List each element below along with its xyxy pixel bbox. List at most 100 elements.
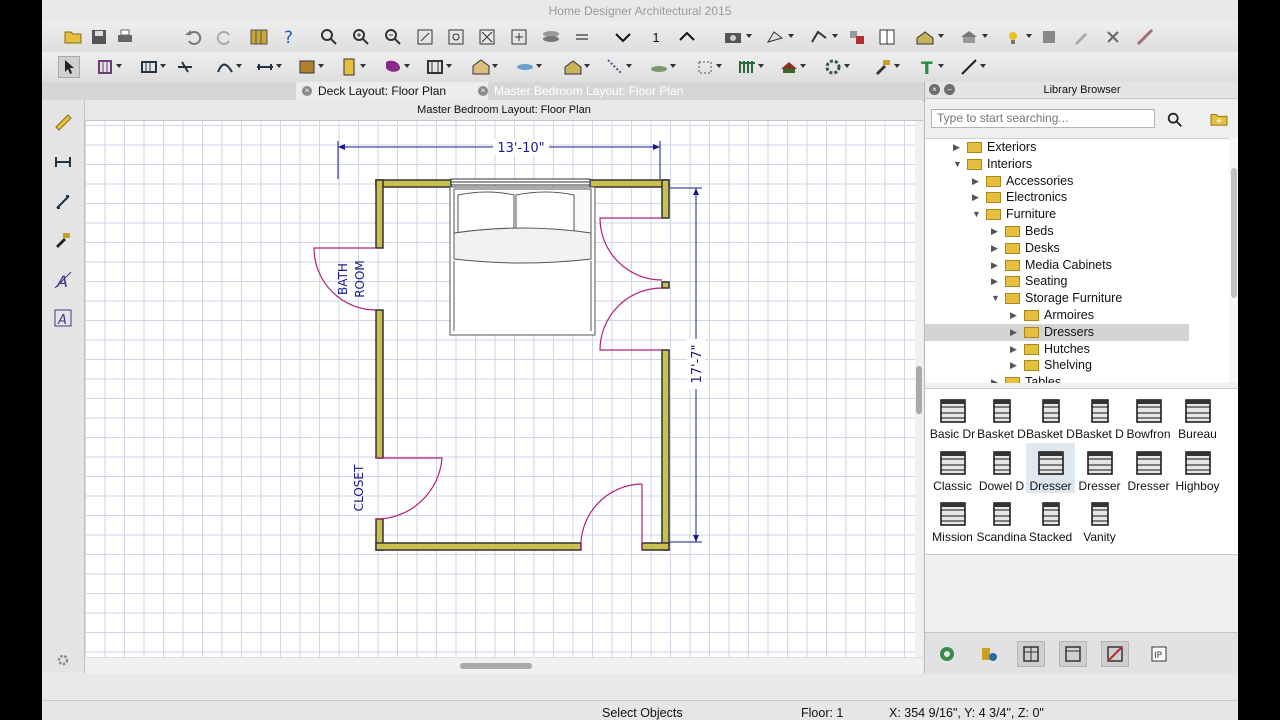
width-dimension[interactable]: 13'-10" bbox=[337, 139, 661, 179]
expand-arrow-icon[interactable]: ▶ bbox=[1010, 324, 1017, 341]
tree-item[interactable]: ▶ Electronics bbox=[925, 189, 1189, 206]
cabinet-icon[interactable] bbox=[254, 56, 276, 78]
library-tree[interactable]: ▶ Exteriors ▼ Interiors ▶ Accessories ▶ Electro… bbox=[925, 138, 1229, 383]
door-bottom[interactable] bbox=[580, 483, 643, 551]
reference-icon[interactable] bbox=[572, 26, 594, 48]
door-dropdown-caret[interactable] bbox=[318, 64, 324, 68]
tab-deck-layout[interactable]: × Deck Layout: Floor Plan bbox=[296, 82, 488, 100]
library-item[interactable]: Basic Dr bbox=[928, 391, 977, 441]
zoom-out-icon[interactable] bbox=[382, 26, 404, 48]
expand-icon[interactable] bbox=[476, 26, 498, 48]
gear-dropdown-caret[interactable] bbox=[844, 64, 850, 68]
info-icon[interactable]: IP bbox=[1145, 641, 1173, 667]
tape-measure-icon[interactable] bbox=[51, 110, 75, 134]
expand-arrow-icon[interactable]: ▶ bbox=[972, 189, 979, 206]
tree-item[interactable]: ▶ Hutches bbox=[925, 341, 1189, 358]
pen-icon[interactable] bbox=[1070, 26, 1092, 48]
add-icon[interactable] bbox=[508, 26, 530, 48]
house-icon[interactable] bbox=[424, 56, 446, 78]
expand-arrow-icon[interactable]: ▶ bbox=[1010, 341, 1017, 358]
tree-scroll-thumb[interactable] bbox=[1231, 168, 1237, 298]
beam-icon[interactable] bbox=[470, 56, 492, 78]
tree-item[interactable]: ▼ Storage Furniture bbox=[925, 290, 1189, 307]
bed[interactable] bbox=[449, 186, 596, 336]
fill-window-icon[interactable] bbox=[414, 26, 436, 48]
path-icon[interactable] bbox=[604, 56, 626, 78]
dimension-tool-icon[interactable] bbox=[214, 56, 236, 78]
settings-gear-icon[interactable] bbox=[51, 648, 75, 672]
light-icon[interactable] bbox=[1002, 26, 1024, 48]
tree-item[interactable]: ▶ Exteriors bbox=[925, 139, 1189, 156]
fence-icon[interactable] bbox=[648, 56, 670, 78]
angle-icon[interactable] bbox=[51, 190, 75, 214]
expand-arrow-icon[interactable]: ▶ bbox=[991, 240, 998, 257]
new-folder-icon[interactable] bbox=[1210, 111, 1228, 127]
library-item[interactable]: Stacked bbox=[1026, 494, 1075, 544]
roof-icon[interactable] bbox=[778, 56, 800, 78]
globe-icon[interactable] bbox=[933, 641, 961, 667]
wall-icon[interactable] bbox=[94, 56, 116, 78]
library-item[interactable]: Basket D bbox=[1075, 391, 1124, 441]
no-preview-icon[interactable] bbox=[1101, 641, 1129, 667]
collapse-arrow-icon[interactable]: ▼ bbox=[972, 206, 981, 223]
library-item[interactable]: Dresser bbox=[1124, 443, 1173, 493]
dimension-icon[interactable] bbox=[51, 150, 75, 174]
library-close-icon[interactable]: × bbox=[929, 84, 940, 95]
window-tool-icon[interactable] bbox=[876, 26, 898, 48]
line-dropdown-caret[interactable] bbox=[980, 64, 986, 68]
light-dropdown-caret[interactable] bbox=[1026, 34, 1032, 38]
plan-view-icon[interactable] bbox=[1017, 641, 1045, 667]
roof-dropdown-caret[interactable] bbox=[800, 64, 806, 68]
window-icon[interactable] bbox=[382, 56, 404, 78]
collapse-arrow-icon[interactable]: ▼ bbox=[953, 156, 962, 173]
library-item[interactable]: Bureau bbox=[1173, 391, 1222, 441]
tab-master-bedroom[interactable]: × Master Bedroom Layout: Floor Plan bbox=[472, 82, 724, 100]
expand-arrow-icon[interactable]: ▶ bbox=[991, 223, 998, 240]
ruler-icon[interactable] bbox=[1134, 26, 1156, 48]
tree-scrollbar[interactable] bbox=[1229, 138, 1238, 382]
horizontal-scroll-thumb[interactable] bbox=[460, 663, 532, 669]
tree-item[interactable]: ▶ Seating bbox=[925, 273, 1189, 290]
library-item[interactable]: Scandina bbox=[976, 494, 1027, 544]
break-wall-icon[interactable] bbox=[174, 56, 196, 78]
room-icon[interactable] bbox=[514, 56, 536, 78]
layers-icon[interactable] bbox=[540, 26, 562, 48]
text-dropdown-caret[interactable] bbox=[938, 64, 944, 68]
vertical-scroll-thumb[interactable] bbox=[916, 366, 922, 414]
door-right-top[interactable] bbox=[599, 217, 663, 281]
stairs-icon[interactable] bbox=[338, 56, 360, 78]
zoom-extents-icon[interactable] bbox=[445, 26, 467, 48]
tree-item[interactable]: ▶ Beds bbox=[925, 223, 1189, 240]
search-icon[interactable] bbox=[1166, 111, 1184, 129]
house-dropdown-caret[interactable] bbox=[982, 34, 988, 38]
box-icon[interactable] bbox=[694, 56, 716, 78]
help-icon[interactable]: ? bbox=[278, 26, 300, 48]
tree-item[interactable]: ▶ Armoires bbox=[925, 307, 1189, 324]
path-dropdown-caret[interactable] bbox=[626, 64, 632, 68]
door-icon[interactable] bbox=[296, 56, 318, 78]
tab-close-icon[interactable]: × bbox=[478, 86, 488, 96]
library-item[interactable]: Classic bbox=[928, 443, 977, 493]
library-search-input[interactable] bbox=[931, 109, 1155, 128]
open-icon[interactable] bbox=[62, 26, 84, 48]
house-view-icon[interactable] bbox=[958, 26, 980, 48]
window-top[interactable] bbox=[450, 178, 591, 186]
select-icon[interactable] bbox=[58, 56, 80, 78]
height-dimension[interactable]: 17'-7" bbox=[670, 187, 705, 543]
library-minimize-icon[interactable]: – bbox=[944, 84, 955, 95]
library-object-icon[interactable] bbox=[975, 641, 1003, 667]
camera-icon[interactable] bbox=[722, 26, 744, 48]
view-dropdown-caret[interactable] bbox=[788, 34, 794, 38]
terrain-dropdown-caret[interactable] bbox=[584, 64, 590, 68]
railing-dropdown-caret[interactable] bbox=[160, 64, 166, 68]
library-item[interactable]: Bowfron bbox=[1124, 391, 1173, 441]
beam-dropdown-caret[interactable] bbox=[492, 64, 498, 68]
floor-plan-canvas[interactable]: 13'-10" 17'-7" BATH ROOM CLOSET bbox=[85, 121, 915, 657]
hammer-icon[interactable] bbox=[872, 56, 894, 78]
expand-arrow-icon[interactable]: ▶ bbox=[1010, 357, 1017, 374]
stairs-dropdown-caret[interactable] bbox=[360, 64, 366, 68]
library-item[interactable]: Basket D bbox=[977, 391, 1026, 441]
roof-tool-icon[interactable] bbox=[914, 26, 936, 48]
zoom-in-icon[interactable] bbox=[350, 26, 372, 48]
plant-icon[interactable] bbox=[1038, 26, 1060, 48]
